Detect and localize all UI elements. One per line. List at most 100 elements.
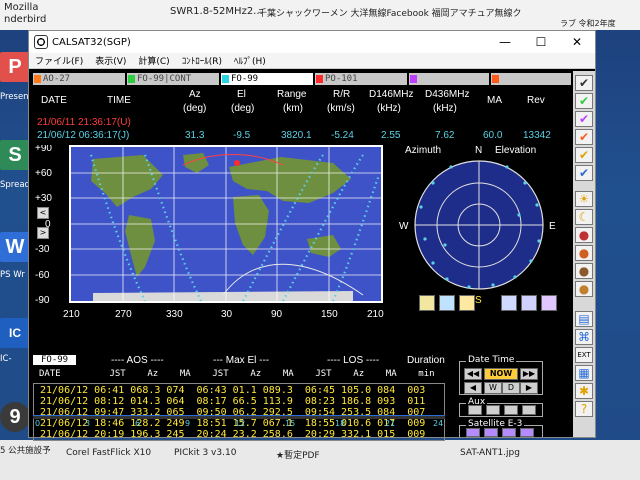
sun-icon[interactable]: ☀ <box>575 191 593 207</box>
menu-view[interactable]: 表示(V) <box>89 54 132 67</box>
planet-orange-icon[interactable]: ● <box>575 245 593 261</box>
ground-track-map[interactable]: +90 +60 +30 0 -30 -60 -90 210 270 330 30… <box>33 145 393 321</box>
help-icon[interactable]: ? <box>575 401 593 417</box>
map-x-ticks: 210 270 330 30 90 150 210 <box>63 309 384 320</box>
desktop-icon-chrome[interactable]: 9 <box>0 402 30 432</box>
desktop-label-writer: PS Wr <box>0 270 25 280</box>
check-purple-icon[interactable]: ✔ <box>575 111 593 127</box>
step-back-button[interactable]: ◀ <box>464 382 482 394</box>
menu-control[interactable]: ｺﾝﾄﾛｰﾙ(R) <box>176 54 228 67</box>
chart-view-icon[interactable] <box>541 295 557 311</box>
view-toolbar <box>419 295 569 313</box>
check-gold-icon[interactable]: ✔ <box>575 147 593 163</box>
desktop-top-taskbar: Mozilla nderbird SWR1.8-52MHz2... 千葉シャック… <box>0 0 640 30</box>
desktop-icon-presentation[interactable]: P <box>0 52 30 82</box>
check-orange-icon[interactable]: ✔ <box>575 129 593 145</box>
satellite-tab-fo99-cont[interactable]: FO-99|CONT <box>127 73 219 85</box>
satellite-tab-slot5[interactable] <box>409 73 489 85</box>
d436-label: D436MHz <box>425 89 470 100</box>
maximize-button[interactable]: ☐ <box>523 31 559 53</box>
satellite-selector-row: AO-27 FO-99|CONT FO-99 PO-101 <box>33 73 571 85</box>
moon-icon[interactable]: ☾ <box>575 209 593 225</box>
orbit-view-icon[interactable] <box>439 295 455 311</box>
ext-icon[interactable]: EXT <box>575 347 593 363</box>
desktop-label-pickit[interactable]: PICkit 3 v3.10 <box>174 448 236 458</box>
settings-icon[interactable]: ✱ <box>575 383 593 399</box>
window-titlebar[interactable]: CALSAT32(SGP) — ☐ ✕ <box>29 31 595 53</box>
pass-column-headers: DATE JST Az MA JST Az MA JST Az MA min <box>39 369 435 379</box>
desktop-label-pdf[interactable]: ★暫定PDF <box>276 448 320 461</box>
taskbar-item-swr[interactable]: SWR1.8-52MHz2... <box>170 6 263 17</box>
pass-row[interactable]: 21/06/12 06:41 068.3 074 06:43 01.1 089.… <box>40 385 425 396</box>
taskbar-item-links[interactable]: 千葉シャックワーメン 大洋無線Facebook 福岡アマチュア無線ク <box>258 6 521 19</box>
pass-satellite-name[interactable]: FO-99 <box>33 355 77 365</box>
check-icon[interactable]: ✔ <box>575 75 593 91</box>
minimize-button[interactable]: — <box>487 31 523 53</box>
rr-label: R/R <box>333 89 351 100</box>
desktop-icon-spreadsheet[interactable]: S <box>0 140 30 170</box>
now-button[interactable]: NOW <box>484 368 518 380</box>
los-group-label: ---- LOS ---- <box>327 355 380 366</box>
time-tick-21: 21 <box>385 419 396 428</box>
satellite-tab-po101[interactable]: PO-101 <box>315 73 407 85</box>
time-tick-24: 24 <box>433 419 444 428</box>
taskbar-item-thunderbird[interactable]: Mozilla <box>4 2 38 13</box>
satellite-tab-ao27[interactable]: AO-27 <box>33 73 125 85</box>
map-scroll-left-button[interactable]: < <box>37 207 49 219</box>
taskbar-item-thunderbird-sub: nderbird <box>4 14 47 25</box>
desktop-label-sat-ant[interactable]: SAT-ANT1.jpg <box>460 448 520 458</box>
grid-view-icon[interactable] <box>521 295 537 311</box>
jst-datetime: 21/06/12 06:36:17(J) <box>37 130 130 141</box>
menu-calc[interactable]: 計算(C) <box>132 54 175 67</box>
main-content: AO-27 FO-99|CONT FO-99 PO-101 DATE TIME … <box>31 71 571 441</box>
aux-button-3[interactable] <box>504 405 518 415</box>
list-icon[interactable]: ▤ <box>575 311 593 327</box>
d146-label: D146MHz <box>369 89 414 100</box>
check-blue-icon[interactable]: ✔ <box>575 165 593 181</box>
globe-view-icon[interactable] <box>419 295 435 311</box>
pass-rows[interactable]: 21/06/12 06:41 068.3 074 06:43 01.1 089.… <box>33 383 445 441</box>
aux-button-1[interactable] <box>468 405 482 415</box>
aux-button-4[interactable] <box>522 405 536 415</box>
satellite-prev-up-button[interactable] <box>466 428 480 437</box>
desktop-label-fastflick[interactable]: Corel FastFlick X10 <box>66 448 151 458</box>
d436-unit: (kHz) <box>433 103 457 114</box>
pass-row[interactable]: 21/06/12 08:12 014.3 064 08:17 66.5 113.… <box>40 396 425 407</box>
y-tick-m60: -60 <box>35 270 50 281</box>
planet-brown-icon[interactable]: ● <box>575 263 593 279</box>
day-button[interactable]: D <box>502 382 520 394</box>
y-tick-p90: +90 <box>35 145 52 154</box>
x-tick-150: 150 <box>321 309 338 320</box>
sun-view-icon[interactable] <box>459 295 475 311</box>
menu-help[interactable]: ﾍﾙﾌﾟ(H) <box>228 54 272 67</box>
range-value: 3820.1 <box>281 130 312 141</box>
desktop-label-ic: IC- <box>0 354 12 364</box>
step-forward-fast-button[interactable]: ▶▶ <box>520 368 538 380</box>
map-scroll-right-button[interactable]: > <box>37 227 49 239</box>
range-unit: (km) <box>283 103 303 114</box>
close-button[interactable]: ✕ <box>559 31 595 53</box>
satellite-tab-slot6[interactable] <box>491 73 571 85</box>
satellite-prev-button[interactable] <box>484 428 498 437</box>
polar-view-icon[interactable] <box>501 295 517 311</box>
map-icon[interactable]: ▦ <box>575 365 593 381</box>
desktop-icon-ic[interactable]: IC <box>0 318 30 348</box>
aux-button-2[interactable] <box>486 405 500 415</box>
satellite-next-down-button[interactable] <box>520 428 534 437</box>
menu-file[interactable]: ファイル(F) <box>29 54 89 67</box>
saturn-icon[interactable]: ● <box>575 281 593 297</box>
satellite-tab-fo99[interactable]: FO-99 <box>221 73 313 85</box>
check-green-icon[interactable]: ✔ <box>575 93 593 109</box>
antenna-icon[interactable]: ⌘ <box>575 329 593 345</box>
step-forward-button[interactable]: ▶ <box>520 382 538 394</box>
pass-row[interactable]: 21/06/12 20:19 196.3 245 20:24 23.2 258.… <box>40 429 425 440</box>
week-button[interactable]: W <box>484 382 502 394</box>
time-label: TIME <box>107 95 131 106</box>
desktop-icon-writer[interactable]: W <box>0 232 30 262</box>
step-back-fast-button[interactable]: ◀◀ <box>464 368 482 380</box>
time-scale[interactable]: 0 3 6 9 12 15 18 21 24 <box>33 415 453 429</box>
az-unit: (deg) <box>183 103 207 114</box>
planet-red-icon[interactable]: ● <box>575 227 593 243</box>
satellite-next-button[interactable] <box>502 428 516 437</box>
aos-group-label: ---- AOS ---- <box>111 355 164 366</box>
